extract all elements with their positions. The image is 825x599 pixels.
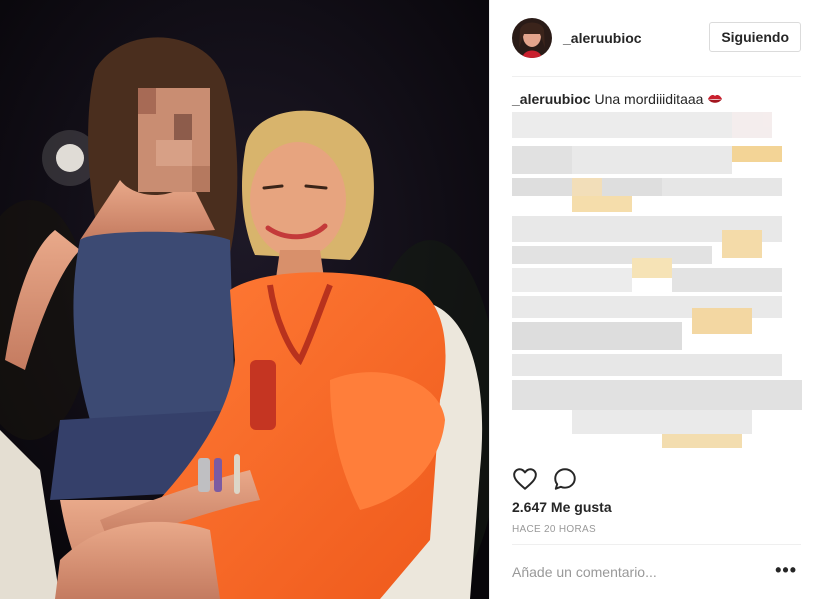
blurred-comments: [512, 112, 802, 448]
comment-icon[interactable]: [552, 466, 578, 492]
post-sidebar: _aleruubioc Siguiendo _aleruubioc Una mo…: [489, 0, 825, 599]
caption-username[interactable]: _aleruubioc: [512, 91, 591, 107]
kiss-mark-icon: [708, 95, 723, 103]
blurred-face: [138, 88, 210, 192]
username[interactable]: _aleruubioc: [563, 30, 642, 46]
post-timestamp[interactable]: HACE 20 HORAS: [512, 524, 596, 535]
avatar[interactable]: [512, 18, 552, 58]
like-count[interactable]: 2.647 Me gusta: [512, 499, 612, 515]
post-caption: _aleruubioc Una mordiiiditaaa: [512, 90, 801, 108]
photo-illustration: [0, 0, 489, 599]
post-actions: [512, 466, 578, 492]
comment-input[interactable]: Añade un comentario...: [512, 564, 657, 580]
avatar-image: [512, 18, 552, 58]
following-button[interactable]: Siguiendo: [709, 22, 801, 52]
caption-text: Una mordiiiditaaa: [594, 91, 704, 107]
divider: [512, 544, 801, 545]
more-options-icon[interactable]: •••: [775, 560, 797, 581]
divider: [512, 76, 801, 77]
post-photo[interactable]: [0, 0, 489, 599]
heart-icon[interactable]: [512, 466, 538, 492]
instagram-post: _aleruubioc Siguiendo _aleruubioc Una mo…: [0, 0, 825, 599]
post-header: _aleruubioc Siguiendo: [512, 16, 801, 60]
